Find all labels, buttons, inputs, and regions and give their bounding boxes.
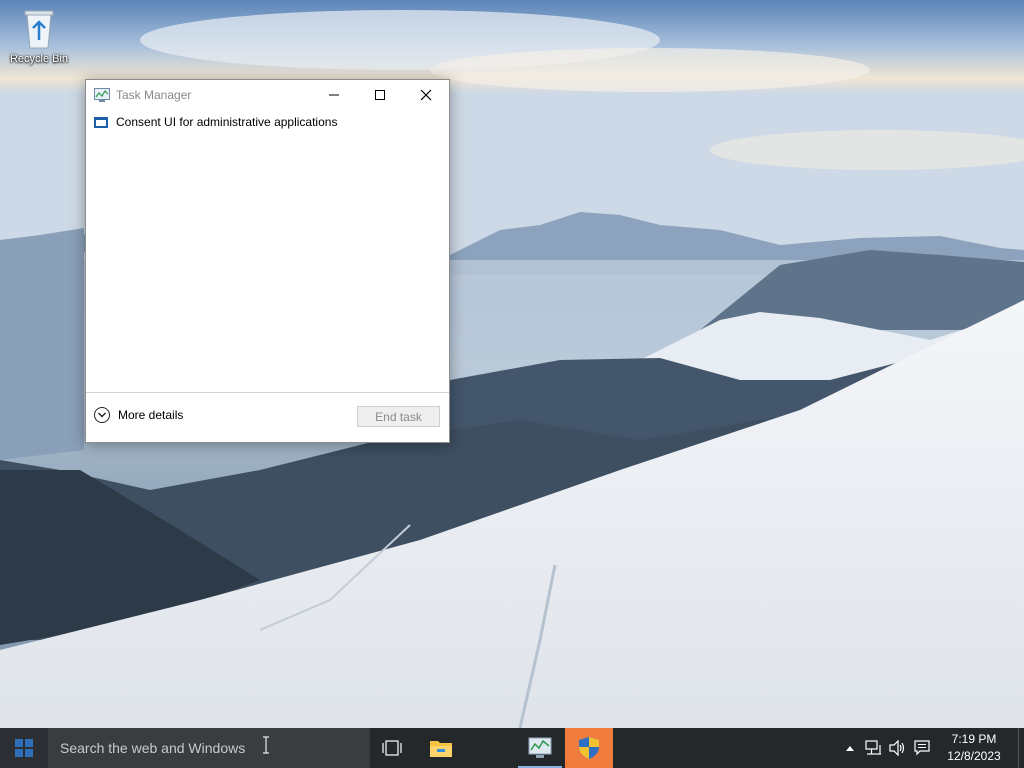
more-details-label: More details bbox=[118, 408, 184, 422]
minimize-icon bbox=[329, 94, 339, 95]
minimize-button[interactable] bbox=[311, 80, 357, 109]
action-center-button[interactable] bbox=[910, 728, 934, 768]
system-tray: 7:19 PM 12/8/2023 bbox=[838, 728, 1024, 768]
network-icon bbox=[865, 740, 881, 755]
search-box[interactable]: Search the web and Windows bbox=[48, 728, 370, 768]
show-desktop-button[interactable] bbox=[1018, 728, 1024, 768]
speaker-icon bbox=[889, 740, 905, 756]
windows-logo-icon bbox=[15, 739, 33, 757]
file-explorer-button[interactable] bbox=[417, 728, 465, 768]
task-manager-taskbar-button[interactable] bbox=[516, 728, 564, 768]
clock[interactable]: 7:19 PM 12/8/2023 bbox=[934, 731, 1014, 765]
maximize-button[interactable] bbox=[357, 80, 403, 109]
title-bar[interactable]: Task Manager bbox=[86, 80, 449, 109]
list-item-label: Consent UI for administrative applicatio… bbox=[116, 115, 338, 129]
window-icon bbox=[94, 116, 108, 128]
window-footer: More details End task bbox=[86, 392, 449, 442]
clock-date: 12/8/2023 bbox=[947, 749, 1001, 763]
recycle-bin-icon bbox=[19, 6, 59, 50]
close-button[interactable] bbox=[403, 80, 449, 109]
maximize-icon bbox=[375, 89, 385, 100]
task-manager-icon bbox=[528, 737, 552, 758]
window-title: Task Manager bbox=[116, 87, 192, 102]
uac-shield-icon bbox=[579, 737, 599, 759]
text-cursor-icon bbox=[263, 736, 269, 754]
end-task-button[interactable]: End task bbox=[357, 406, 440, 427]
app-list: Consent UI for administrative applicatio… bbox=[86, 109, 449, 393]
recycle-bin-label: Recycle Bin bbox=[9, 53, 69, 65]
clock-time: 7:19 PM bbox=[951, 732, 997, 746]
task-manager-window[interactable]: Task Manager Consent UI for administrati… bbox=[85, 79, 450, 443]
task-view-icon bbox=[382, 740, 402, 756]
network-button[interactable] bbox=[862, 728, 886, 768]
close-icon bbox=[420, 89, 432, 100]
task-manager-app-icon bbox=[94, 87, 110, 102]
task-view-button[interactable] bbox=[368, 728, 416, 768]
uac-consent-taskbar-button[interactable] bbox=[565, 728, 613, 768]
taskbar: Search the web and Windows 7:19 PM 12/8/… bbox=[0, 728, 1024, 768]
more-details-toggle[interactable]: More details bbox=[94, 407, 183, 423]
chevron-up-icon bbox=[846, 746, 854, 751]
notification-icon bbox=[914, 740, 930, 756]
chevron-down-icon bbox=[94, 407, 110, 423]
file-explorer-icon bbox=[430, 741, 452, 757]
desktop-icon-recycle-bin[interactable]: Recycle Bin bbox=[6, 6, 72, 65]
show-hidden-icons-button[interactable] bbox=[838, 728, 862, 768]
start-button[interactable] bbox=[0, 728, 48, 768]
search-placeholder: Search the web and Windows bbox=[60, 740, 246, 756]
list-item[interactable]: Consent UI for administrative applicatio… bbox=[86, 109, 449, 135]
volume-button[interactable] bbox=[886, 728, 910, 768]
